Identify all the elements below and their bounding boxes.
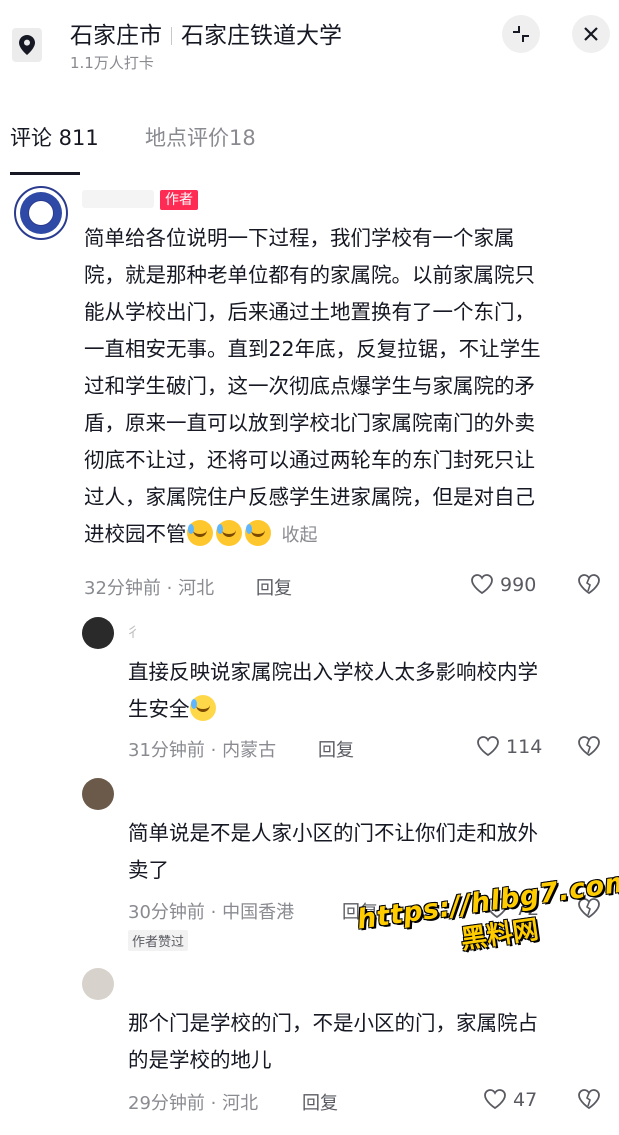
heart-icon [477, 736, 499, 757]
checkin-count: 1.1万人打卡 [70, 54, 154, 72]
avatar[interactable] [82, 968, 114, 1000]
reply-time-location: 29分钟前 · 河北 [128, 1093, 259, 1114]
like-count: 47 [513, 1089, 538, 1111]
like-button[interactable]: 114 [476, 735, 542, 758]
reply-button[interactable]: 回复 [302, 1089, 338, 1115]
reply-time-location: 31分钟前 · 内蒙古 [128, 740, 277, 761]
dislike-button[interactable] [577, 735, 601, 757]
comment-time-location: 32分钟前 · 河北 [84, 578, 215, 599]
username-redacted [82, 190, 154, 208]
city-name: 石家庄市 [70, 23, 162, 49]
broken-heart-icon [578, 1089, 600, 1110]
tab-place-reviews[interactable]: 地点评价18 [145, 122, 256, 152]
comment-line: 一直相安无事。直到22年底，反复拉锯，不让学生 [84, 337, 541, 361]
heart-icon [471, 574, 493, 595]
comment-line: 进校园不管 收起 [84, 520, 318, 546]
reply-button[interactable]: 回复 [318, 736, 354, 762]
reply-text: 直接反映说家属院出入学校人太多影响校内学 生安全 [128, 654, 608, 728]
broken-heart-icon [578, 736, 600, 757]
laugh-cry-emoji-icon [215, 520, 242, 546]
reply-line: 那个门是学校的门，不是小区的门，家属院占 [128, 1011, 538, 1035]
comment-line: 简单给各位说明一下过程，我们学校有一个家属 [84, 226, 515, 250]
place-name: 石家庄铁道大学 [181, 23, 342, 49]
active-tab-indicator [10, 172, 80, 175]
reply-username: 彳 [126, 625, 140, 641]
comment-line: 院，就是那种老单位都有的家属院。以前家属院只 [84, 263, 535, 287]
author-liked-badge: 作者赞过 [128, 930, 189, 951]
minimize-button[interactable] [502, 15, 540, 53]
close-button[interactable] [572, 15, 610, 53]
location-pin-icon [12, 28, 42, 62]
reply-text: 简单说是不是人家小区的门不让你们走和放外 卖了 [128, 815, 608, 889]
comment-line: 过和学生破门，这一次彻底点爆学生与家属院的矛 [84, 374, 535, 398]
reply-button[interactable]: 回复 [256, 574, 292, 600]
title-divider [171, 27, 172, 45]
author-badge: 作者 [160, 190, 198, 210]
laugh-cry-emoji-icon [244, 520, 271, 546]
location-title[interactable]: 石家庄市 石家庄铁道大学 [70, 16, 342, 50]
reply-time-location: 30分钟前 · 中国香港 [128, 902, 295, 923]
like-count: 114 [506, 736, 543, 758]
comment-line: 彻底不让过，还将可以通过两轮车的东门封死只让 [84, 448, 535, 472]
close-icon [584, 27, 598, 41]
reply-line: 生安全 [128, 691, 608, 728]
dislike-button[interactable] [577, 573, 601, 595]
reply-line: 简单说是不是人家小区的门不让你们走和放外 [128, 821, 538, 845]
dizzy-face-emoji-icon [189, 695, 216, 721]
comment-line: 盾，原来一直可以放到学校北门家属院南门的外卖 [84, 411, 535, 435]
comment-line: 过人，家属院住户反感学生进家属院，但是对自己 [84, 485, 535, 509]
minimize-icon [513, 26, 529, 42]
like-button[interactable]: 47 [483, 1088, 537, 1111]
dislike-button[interactable] [577, 1088, 601, 1110]
reply-line: 的是学校的地儿 [128, 1048, 272, 1072]
laugh-cry-emoji-icon [186, 520, 213, 546]
tab-comments[interactable]: 评论 811 [10, 122, 99, 152]
like-count: 990 [500, 574, 537, 596]
avatar[interactable] [82, 617, 114, 649]
avatar[interactable] [14, 186, 68, 240]
reply-text: 那个门是学校的门，不是小区的门，家属院占 的是学校的地儿 [128, 1005, 608, 1079]
avatar[interactable] [82, 778, 114, 810]
like-button[interactable]: 990 [470, 573, 536, 596]
comment-line: 能从学校出门，后来通过土地置换有了一个东门， [84, 300, 535, 324]
collapse-link[interactable]: 收起 [282, 525, 318, 546]
reply-line: 直接反映说家属院出入学校人太多影响校内学 [128, 660, 538, 684]
heart-icon [484, 1089, 506, 1110]
broken-heart-icon [578, 574, 600, 595]
comment-text: 简单给各位说明一下过程，我们学校有一个家属 院，就是那种老单位都有的家属院。以前… [84, 220, 604, 554]
